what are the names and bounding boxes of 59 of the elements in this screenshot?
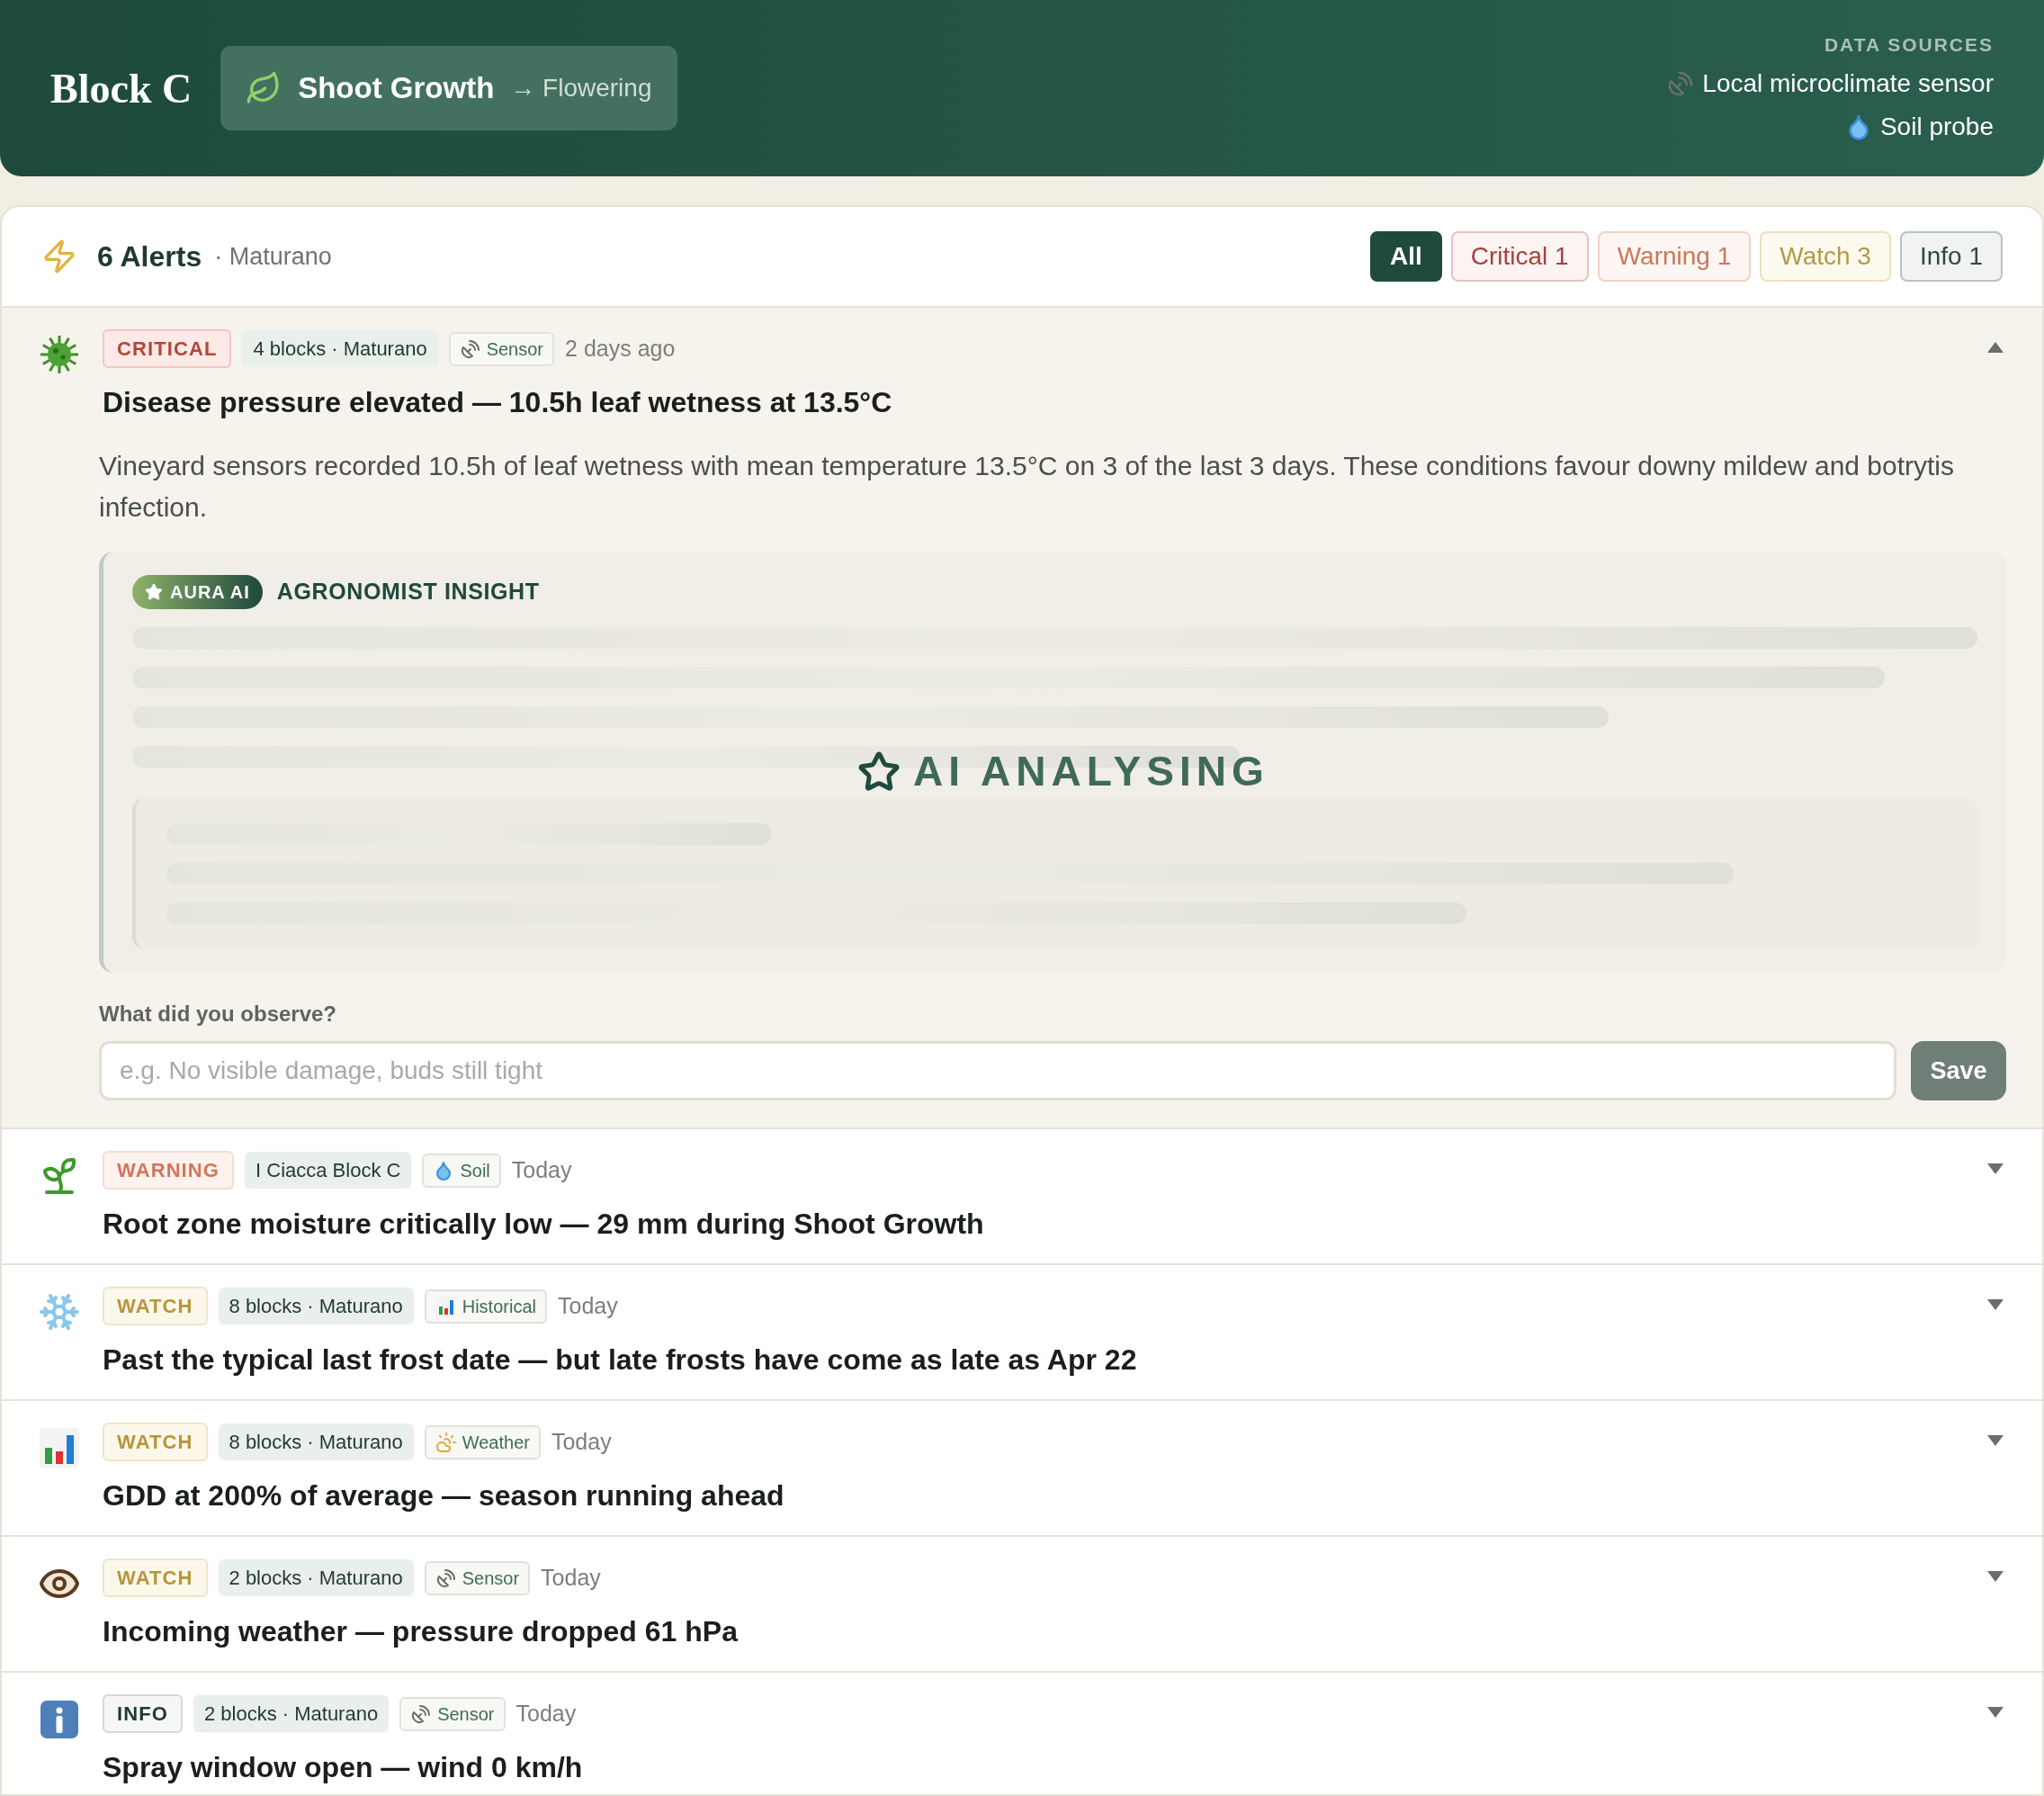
location-tag: 2 blocks · Maturano: [193, 1695, 390, 1732]
filter-button[interactable]: All: [1370, 231, 1442, 282]
source-label: Weather: [462, 1431, 530, 1454]
lightning-icon: [41, 238, 77, 274]
location-tag: I Ciacca Block C: [245, 1152, 412, 1189]
alert-title: Disease pressure elevated — 10.5h leaf wetness at 13.5°C: [103, 385, 893, 420]
alert-title: Past the typical last frost date — but late frosts have come as late as Apr 22: [103, 1343, 1138, 1378]
current-stage: Shoot Growth: [298, 70, 495, 107]
virus-icon: [38, 333, 81, 376]
star-outline-icon: [857, 750, 901, 794]
location-tag: 8 blocks · Maturano: [218, 1288, 414, 1325]
insight-label: AGRONOMIST INSIGHT: [276, 578, 540, 606]
filter-button[interactable]: Info 1: [1899, 231, 2003, 282]
star-icon: [145, 583, 163, 601]
satellite-dish-icon: [435, 1567, 457, 1589]
satellite-dish-icon: [459, 337, 481, 360]
severity-badge: INFO: [103, 1694, 183, 1733]
observe-label: What did you observe?: [99, 1001, 338, 1028]
satellite-dish-icon: [410, 1702, 433, 1725]
alert-description: Vineyard sensors recorded 10.5h of leaf wetness with mean temperature 13.5°C on 3 of the last 3 days. These conditions favour downy mildew and botrytis infection.: [99, 450, 1956, 524]
severity-badge: CRITICAL: [103, 329, 232, 368]
location-tag: 4 blocks · Maturano: [242, 330, 438, 367]
info-icon: [38, 1698, 81, 1741]
alert-title: Spray window open — wind 0 km/h: [103, 1750, 584, 1785]
severity-badge: WATCH: [103, 1423, 208, 1461]
severity-badge: WATCH: [103, 1287, 208, 1325]
next-stage: → Flowering: [510, 73, 652, 103]
filter-button[interactable]: Critical 1: [1450, 231, 1589, 282]
source-label: Historical: [462, 1295, 536, 1318]
save-button[interactable]: Save: [1911, 1041, 2006, 1100]
ai-badge-label: AURA AI: [170, 581, 250, 604]
bar-chart-icon: [38, 1426, 81, 1469]
alert-time: 2 days ago: [565, 334, 676, 363]
alert-title: GDD at 200% of average — season running ahead: [103, 1478, 785, 1513]
alerts-count: 6 Alerts: [97, 239, 202, 274]
block-title: Block C: [50, 64, 193, 113]
severity-badge: WATCH: [103, 1558, 208, 1597]
observation-input[interactable]: e.g. No visible damage, buds still tight: [99, 1041, 1896, 1100]
data-source: Soil probe: [1879, 111, 1994, 142]
alert-time: Today: [515, 1699, 577, 1728]
filter-button[interactable]: Warning 1: [1597, 231, 1752, 282]
location-tag: 8 blocks · Maturano: [218, 1423, 414, 1460]
alert-title: Incoming weather — pressure dropped 61 hPa: [103, 1614, 740, 1649]
location-tag: 2 blocks · Maturano: [218, 1559, 414, 1596]
sources-heading: DATA SOURCES: [1824, 33, 1994, 58]
source-label: Sensor: [486, 337, 544, 361]
alert-time: Today: [511, 1155, 572, 1184]
source-label: Sensor: [462, 1567, 520, 1590]
alerts-location: · Maturano: [214, 241, 332, 272]
analysing-status: AI ANALYSING: [913, 747, 1269, 796]
alert-time: Today: [558, 1291, 618, 1320]
source-label: Sensor: [437, 1702, 495, 1726]
alert-title: Root zone moisture critically low — 29 mm during Shoot Growth: [103, 1207, 985, 1242]
source-label: Soil: [460, 1159, 490, 1182]
data-source: Local microclimate sensor: [1702, 67, 1994, 99]
severity-badge: WARNING: [103, 1151, 235, 1190]
alert-time: Today: [541, 1563, 601, 1592]
alert-time: Today: [551, 1427, 612, 1456]
sun-cloud-icon: [435, 1431, 457, 1453]
